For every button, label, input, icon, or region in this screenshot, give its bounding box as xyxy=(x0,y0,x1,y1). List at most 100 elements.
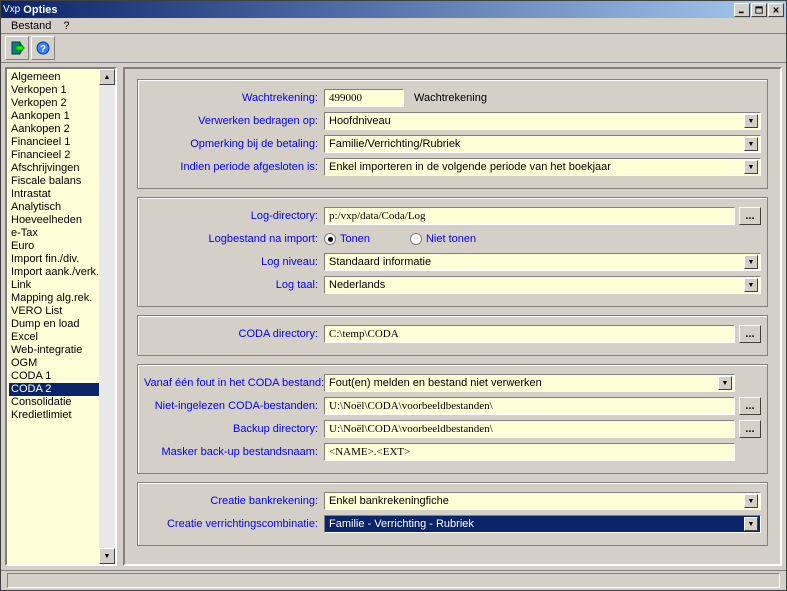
titlebar-prefix: Vxp xyxy=(3,4,20,15)
sidebar-item[interactable]: Euro xyxy=(9,240,113,253)
nieting-browse-button[interactable]: ... xyxy=(739,397,761,415)
sidebar-item[interactable]: Algemeen xyxy=(9,71,113,84)
sidebar-item[interactable]: Fiscale balans xyxy=(9,175,113,188)
creatiever-select[interactable]: Familie - Verrichting - Rubriek▼ xyxy=(324,515,761,533)
sidebar-item[interactable]: Financieel 2 xyxy=(9,149,113,162)
status-panel xyxy=(7,573,780,588)
chevron-down-icon: ▼ xyxy=(744,137,758,151)
group-fout: Vanaf één fout in het CODA bestand: Fout… xyxy=(137,364,768,474)
exit-button[interactable] xyxy=(5,36,29,60)
sidebar-item[interactable]: Dump en load xyxy=(9,318,113,331)
codadir-label: CODA directory: xyxy=(144,328,324,340)
fout-select[interactable]: Fout(en) melden en bestand niet verwerke… xyxy=(324,374,735,392)
logdir-label: Log-directory: xyxy=(144,210,324,222)
main-panel: Wachtrekening: Wachtrekening Verwerken b… xyxy=(123,67,782,566)
menubar: Bestand ? xyxy=(1,18,786,34)
logniveau-select[interactable]: Standaard informatie▼ xyxy=(324,253,761,271)
sidebar-item[interactable]: CODA 2 xyxy=(9,383,113,396)
verwerken-select[interactable]: Hoofdniveau▼ xyxy=(324,112,761,130)
codadir-browse-button[interactable]: ... xyxy=(739,325,761,343)
wachtrekening-label: Wachtrekening: xyxy=(144,92,324,104)
sidebar-item[interactable]: Mapping alg.rek. xyxy=(9,292,113,305)
opmerking-label: Opmerking bij de betaling: xyxy=(144,138,324,150)
sidebar-item[interactable]: Financieel 1 xyxy=(9,136,113,149)
backup-label: Backup directory: xyxy=(144,423,324,435)
scroll-track[interactable] xyxy=(99,85,115,548)
menu-help[interactable]: ? xyxy=(57,19,75,33)
content-area: AlgemeenVerkopen 1Verkopen 2Aankopen 1Aa… xyxy=(1,63,786,570)
sidebar-item[interactable]: Import aank./verk. xyxy=(9,266,113,279)
sidebar-item[interactable]: Aankopen 2 xyxy=(9,123,113,136)
sidebar-item[interactable]: Kredietlimiet xyxy=(9,409,113,422)
scroll-down-button[interactable]: ▼ xyxy=(99,548,115,564)
codadir-input[interactable] xyxy=(324,325,735,343)
radio-icon xyxy=(324,233,336,245)
group-log: Log-directory: ... Logbestand na import:… xyxy=(137,197,768,307)
window: Vxp Opties Bestand ? ? AlgemeenVerkopen … xyxy=(0,0,787,591)
sidebar-item[interactable]: e-Tax xyxy=(9,227,113,240)
sidebar-item[interactable]: OGM xyxy=(9,357,113,370)
titlebar: Vxp Opties xyxy=(1,1,786,18)
sidebar-item[interactable]: CODA 1 xyxy=(9,370,113,383)
logdir-input[interactable] xyxy=(324,207,735,225)
sidebar-item[interactable]: Hoeveelheden xyxy=(9,214,113,227)
sidebar-scrollbar[interactable]: ▲ ▼ xyxy=(99,69,115,564)
backup-browse-button[interactable]: ... xyxy=(739,420,761,438)
sidebar-item[interactable]: Import fin./div. xyxy=(9,253,113,266)
radio-icon xyxy=(410,233,422,245)
sidebar-item[interactable]: Aankopen 1 xyxy=(9,110,113,123)
sidebar-item[interactable]: Consolidatie xyxy=(9,396,113,409)
radio-tonen[interactable]: Tonen xyxy=(324,233,370,245)
periode-label: Indien periode afgesloten is: xyxy=(144,161,324,173)
group-rekening: Wachtrekening: Wachtrekening Verwerken b… xyxy=(137,79,768,189)
help-button[interactable]: ? xyxy=(31,36,55,60)
masker-label: Masker back-up bestandsnaam: xyxy=(144,446,324,458)
opmerking-select[interactable]: Familie/Verrichting/Rubriek▼ xyxy=(324,135,761,153)
chevron-down-icon: ▼ xyxy=(744,255,758,269)
menu-bestand[interactable]: Bestand xyxy=(5,19,57,33)
maximize-button[interactable] xyxy=(751,3,767,17)
sidebar-item[interactable]: Link xyxy=(9,279,113,292)
creatiebank-select[interactable]: Enkel bankrekeningfiche▼ xyxy=(324,492,761,510)
sidebar: AlgemeenVerkopen 1Verkopen 2Aankopen 1Aa… xyxy=(5,67,117,566)
sidebar-item[interactable]: Verkopen 1 xyxy=(9,84,113,97)
chevron-down-icon: ▼ xyxy=(744,494,758,508)
backup-input[interactable] xyxy=(324,420,735,438)
masker-input[interactable] xyxy=(324,443,735,461)
wachtrekening-sidelabel: Wachtrekening xyxy=(414,92,487,104)
chevron-down-icon: ▼ xyxy=(744,278,758,292)
creatiebank-label: Creatie bankrekening: xyxy=(144,495,324,507)
chevron-down-icon: ▼ xyxy=(744,160,758,174)
group-codadir: CODA directory: ... xyxy=(137,315,768,356)
sidebar-item[interactable]: Afschrijvingen xyxy=(9,162,113,175)
sidebar-item[interactable]: Excel xyxy=(9,331,113,344)
sidebar-item[interactable]: VERO List xyxy=(9,305,113,318)
fout-label: Vanaf één fout in het CODA bestand: xyxy=(144,377,324,389)
verwerken-label: Verwerken bedragen op: xyxy=(144,115,324,127)
statusbar xyxy=(1,570,786,590)
logtaal-label: Log taal: xyxy=(144,279,324,291)
logbestand-label: Logbestand na import: xyxy=(144,233,324,245)
nieting-label: Niet-ingelezen CODA-bestanden: xyxy=(144,400,324,412)
chevron-down-icon: ▼ xyxy=(718,376,732,390)
chevron-down-icon: ▼ xyxy=(744,114,758,128)
window-title: Opties xyxy=(20,4,734,16)
svg-text:?: ? xyxy=(40,44,46,55)
sidebar-item[interactable]: Verkopen 2 xyxy=(9,97,113,110)
chevron-down-icon: ▼ xyxy=(744,517,758,531)
periode-select[interactable]: Enkel importeren in de volgende periode … xyxy=(324,158,761,176)
sidebar-item[interactable]: Web-integratie xyxy=(9,344,113,357)
logtaal-select[interactable]: Nederlands▼ xyxy=(324,276,761,294)
scroll-up-button[interactable]: ▲ xyxy=(99,69,115,85)
toolbar: ? xyxy=(1,34,786,63)
close-button[interactable] xyxy=(768,3,784,17)
sidebar-item[interactable]: Analytisch xyxy=(9,201,113,214)
logdir-browse-button[interactable]: ... xyxy=(739,207,761,225)
minimize-button[interactable] xyxy=(734,3,750,17)
logniveau-label: Log niveau: xyxy=(144,256,324,268)
radio-niettonen[interactable]: Niet tonen xyxy=(410,233,476,245)
wachtrekening-input[interactable] xyxy=(324,89,404,107)
nieting-input[interactable] xyxy=(324,397,735,415)
sidebar-item[interactable]: Intrastat xyxy=(9,188,113,201)
creatiever-label: Creatie verrichtingscombinatie: xyxy=(144,518,324,530)
